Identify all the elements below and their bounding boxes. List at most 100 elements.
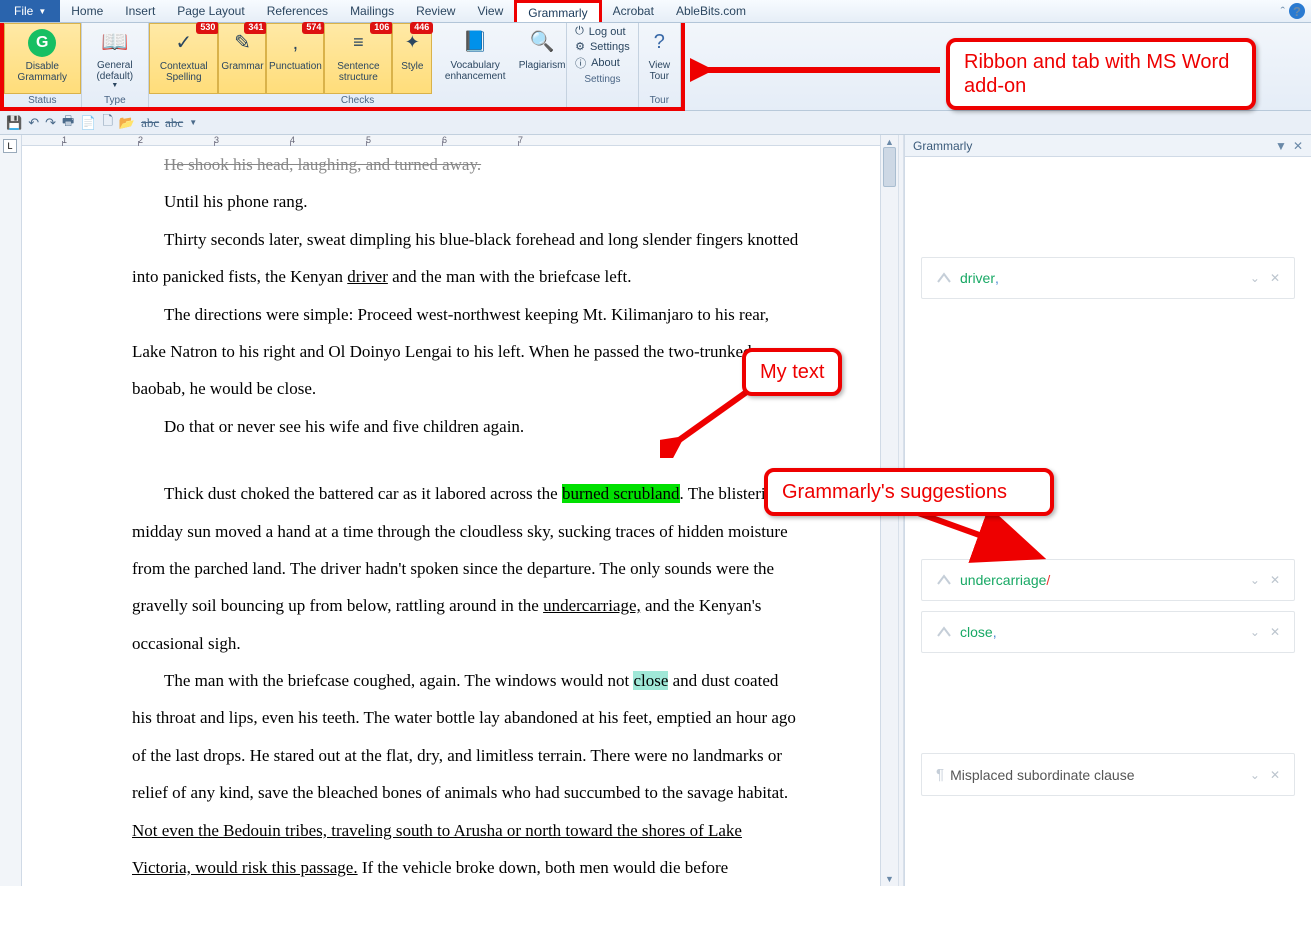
view-tour-button[interactable]: ? View Tour	[639, 23, 680, 94]
caret-down-icon: ▼	[38, 7, 46, 16]
scroll-down-icon[interactable]: ▼	[881, 872, 898, 886]
style-button[interactable]: 446 ✦ Style	[392, 23, 432, 94]
callout-text: My text	[760, 361, 824, 383]
tab-page-layout[interactable]: Page Layout	[166, 0, 255, 22]
document-scroll: 1 2 3 4 5 6 7 He shook his head, laughin…	[22, 135, 880, 886]
file-tab[interactable]: File ▼	[0, 0, 60, 22]
style-label: Style	[401, 61, 423, 72]
grammarly-panel-header: Grammarly ▼ ✕	[905, 135, 1311, 157]
sentence-structure-button[interactable]: 106 ≡ Sentence structure	[324, 23, 392, 94]
paragraph: Thick dust choked the battered car as it…	[132, 475, 802, 662]
grammar-badge: 341	[244, 22, 267, 34]
gear-icon: ⚙	[575, 40, 585, 53]
tab-selector[interactable]: L	[3, 139, 17, 153]
style-badge: 446	[410, 22, 433, 34]
disable-grammarly-label: Disable Grammarly	[9, 61, 76, 83]
undo-icon[interactable]: ↶	[28, 115, 39, 131]
suggestion-card-close[interactable]: close, ⌄✕	[921, 611, 1295, 653]
tab-references[interactable]: References	[256, 0, 339, 22]
highlighted-burned-scrubland[interactable]: burned scrubland	[562, 484, 680, 503]
tabs-right-controls: ˆ ?	[1281, 0, 1311, 22]
suggestion-text: Misplaced subordinate clause	[950, 767, 1134, 783]
grammar-button[interactable]: 341 ✎ Grammar	[218, 23, 266, 94]
flagged-word-close[interactable]: close	[633, 671, 668, 690]
expand-icon	[936, 270, 952, 286]
panel-dropdown-icon[interactable]: ▼	[1275, 139, 1287, 153]
panel-title: Grammarly	[913, 139, 972, 153]
vocabulary-button[interactable]: 📘 Vocabulary enhancement	[432, 23, 518, 94]
about-label: About	[591, 57, 620, 69]
ruler-tick: 5	[366, 135, 442, 145]
chevron-down-icon[interactable]: ⌄	[1250, 768, 1260, 782]
main-area: L 1 2 3 4 5 6 7 He shook his head, laugh…	[0, 135, 1311, 886]
paragraph: The man with the briefcase coughed, agai…	[132, 662, 802, 886]
document-page[interactable]: He shook his head, laughing, and turned …	[22, 146, 852, 926]
scrollbar-thumb[interactable]	[883, 147, 896, 187]
plagiarism-icon: 🔍	[530, 26, 555, 58]
horizontal-ruler: 1 2 3 4 5 6 7	[22, 135, 880, 146]
dismiss-icon[interactable]: ✕	[1270, 768, 1280, 782]
file-tab-label: File	[14, 4, 33, 18]
print-preview-icon[interactable]: 📄	[80, 115, 96, 131]
document-area: L 1 2 3 4 5 6 7 He shook his head, laugh…	[0, 135, 898, 886]
tab-view[interactable]: View	[466, 0, 514, 22]
dismiss-icon[interactable]: ✕	[1270, 271, 1280, 285]
disable-grammarly-button[interactable]: G Disable Grammarly	[4, 23, 81, 94]
suggestion-card-clause[interactable]: ¶ Misplaced subordinate clause ⌄✕	[921, 753, 1295, 796]
plagiarism-label: Plagiarism	[519, 60, 566, 71]
tab-acrobat[interactable]: Acrobat	[602, 0, 665, 22]
vocabulary-label: Vocabulary enhancement	[436, 60, 514, 82]
logout-button[interactable]: ⏻Log out	[575, 25, 630, 38]
strikethrough-icon[interactable]: abc	[141, 115, 159, 131]
tab-insert[interactable]: Insert	[114, 0, 166, 22]
chevron-down-icon[interactable]: ⌄	[1250, 271, 1260, 285]
tabs-row: File ▼ Home Insert Page Layout Reference…	[0, 0, 1311, 23]
tab-ablebits[interactable]: AbleBits.com	[665, 0, 757, 22]
power-icon: ⏻	[575, 25, 584, 38]
contextual-spelling-button[interactable]: 530 ✓ Contextual Spelling	[149, 23, 218, 94]
expand-icon	[936, 624, 952, 640]
callout-mytext: My text	[742, 348, 842, 396]
about-button[interactable]: ⓘAbout	[575, 55, 630, 71]
arrow-to-ribbon	[690, 55, 950, 85]
document-type-button[interactable]: 📖 General (default) ▼	[82, 23, 149, 94]
callout-suggestions: Grammarly's suggestions	[764, 468, 1054, 516]
minimize-ribbon-icon[interactable]: ˆ	[1281, 4, 1285, 19]
ruler-tick: 1	[62, 135, 138, 145]
flagged-word-driver[interactable]: driver	[347, 267, 388, 286]
sentence-badge: 106	[370, 22, 393, 34]
tab-mailings[interactable]: Mailings	[339, 0, 405, 22]
panel-close-icon[interactable]: ✕	[1293, 139, 1303, 153]
punctuation-button[interactable]: 574 , Punctuation	[266, 23, 324, 94]
chevron-down-icon[interactable]: ⌄	[1250, 573, 1260, 587]
paragraph: He shook his head, laughing, and turned …	[132, 146, 802, 183]
suggestion-punc: ,	[995, 270, 999, 286]
help-icon[interactable]: ?	[1289, 3, 1305, 19]
settings-button[interactable]: ⚙ Settings	[575, 40, 630, 53]
tab-home[interactable]: Home	[60, 0, 114, 22]
callout-text: Ribbon and tab with MS Word add-on	[964, 51, 1229, 97]
strikethrough2-icon[interactable]: abc	[165, 115, 183, 131]
plagiarism-button[interactable]: 🔍 Plagiarism	[518, 23, 566, 94]
suggestion-card-driver[interactable]: driver, ⌄✕	[921, 257, 1295, 299]
flagged-word-undercarriage[interactable]: undercarriage,	[543, 596, 641, 615]
dismiss-icon[interactable]: ✕	[1270, 625, 1280, 639]
dismiss-icon[interactable]: ✕	[1270, 573, 1280, 587]
settings-label: Settings	[590, 41, 630, 53]
quick-access-toolbar: 💾 ↶ ↷ 🖶 📄 🗋 📂 abc abc ▼	[0, 111, 1311, 135]
chevron-down-icon[interactable]: ⌄	[1250, 625, 1260, 639]
tab-grammarly[interactable]: Grammarly	[514, 0, 601, 22]
grammar-label: Grammar	[221, 61, 263, 72]
grammarly-logo-icon: G	[28, 29, 56, 57]
redo-icon[interactable]: ↷	[45, 115, 56, 131]
book-icon: 📖	[101, 26, 128, 58]
new-doc-icon[interactable]: 🗋	[102, 112, 112, 134]
print-icon[interactable]: 🖶	[62, 112, 74, 134]
open-icon[interactable]: 📂	[119, 115, 135, 131]
view-tour-label: View Tour	[643, 60, 676, 82]
qat-dropdown-icon[interactable]: ▼	[189, 118, 197, 127]
save-icon[interactable]: 💾	[6, 115, 22, 131]
ruler-tick: 7	[518, 135, 594, 145]
ruler-tick: 4	[290, 135, 366, 145]
tab-review[interactable]: Review	[405, 0, 466, 22]
